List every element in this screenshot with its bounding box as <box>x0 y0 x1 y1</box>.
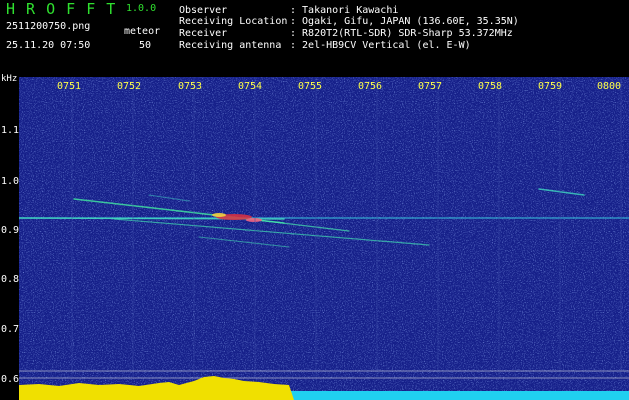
y-tick-0-8: 0.8 <box>1 274 20 285</box>
receiver-value: : R820T2(RTL-SDR) SDR-Sharp 53.372MHz <box>290 28 513 39</box>
y-axis-unit: kHz <box>1 74 18 84</box>
app-title: H R O F F T <box>6 0 117 18</box>
location-value: : Ogaki, Gifu, JAPAN (136.60E, 35.35N) <box>290 16 519 27</box>
spectrogram <box>19 77 629 400</box>
antenna-value: : 2el-HB9CV Vertical (el. E-W) <box>290 40 471 51</box>
minute-label: 0754 <box>238 81 263 92</box>
y-tick-1-1: 1.1 <box>1 125 20 136</box>
minute-label: 0753 <box>178 81 203 92</box>
observer-label: Observer <box>179 5 228 16</box>
spectrogram-canvas <box>19 77 629 400</box>
y-tick-0-6: 0.6 <box>1 374 20 385</box>
antenna-label: Receiving antenna <box>179 40 282 51</box>
meteor-label: meteor <box>124 26 161 37</box>
minute-label: 0757 <box>418 81 443 92</box>
minute-label: 0800 <box>597 81 622 92</box>
file-datetime: 25.11.20 07:50 <box>6 40 91 51</box>
meteor-count: 50 <box>139 40 152 51</box>
minute-label: 0759 <box>538 81 563 92</box>
location-label: Receiving Location <box>179 16 288 27</box>
minute-label: 0752 <box>117 81 142 92</box>
minute-label: 0756 <box>358 81 383 92</box>
app-version: 1.0.0 <box>126 3 157 14</box>
y-tick-0-9: 0.9 <box>1 225 20 236</box>
file-name: 2511200750.png <box>6 21 91 32</box>
minute-label: 0758 <box>478 81 503 92</box>
y-tick-1-0: 1.0 <box>1 176 20 187</box>
minute-label: 0755 <box>298 81 323 92</box>
hroff-window: H R O F F T 1.0.0 2511200750.png 25.11.2… <box>0 0 629 400</box>
receiver-label: Receiver <box>179 28 228 39</box>
observer-value: : Takanori Kawachi <box>290 5 399 16</box>
y-tick-0-7: 0.7 <box>1 324 20 335</box>
minute-label: 0751 <box>57 81 82 92</box>
